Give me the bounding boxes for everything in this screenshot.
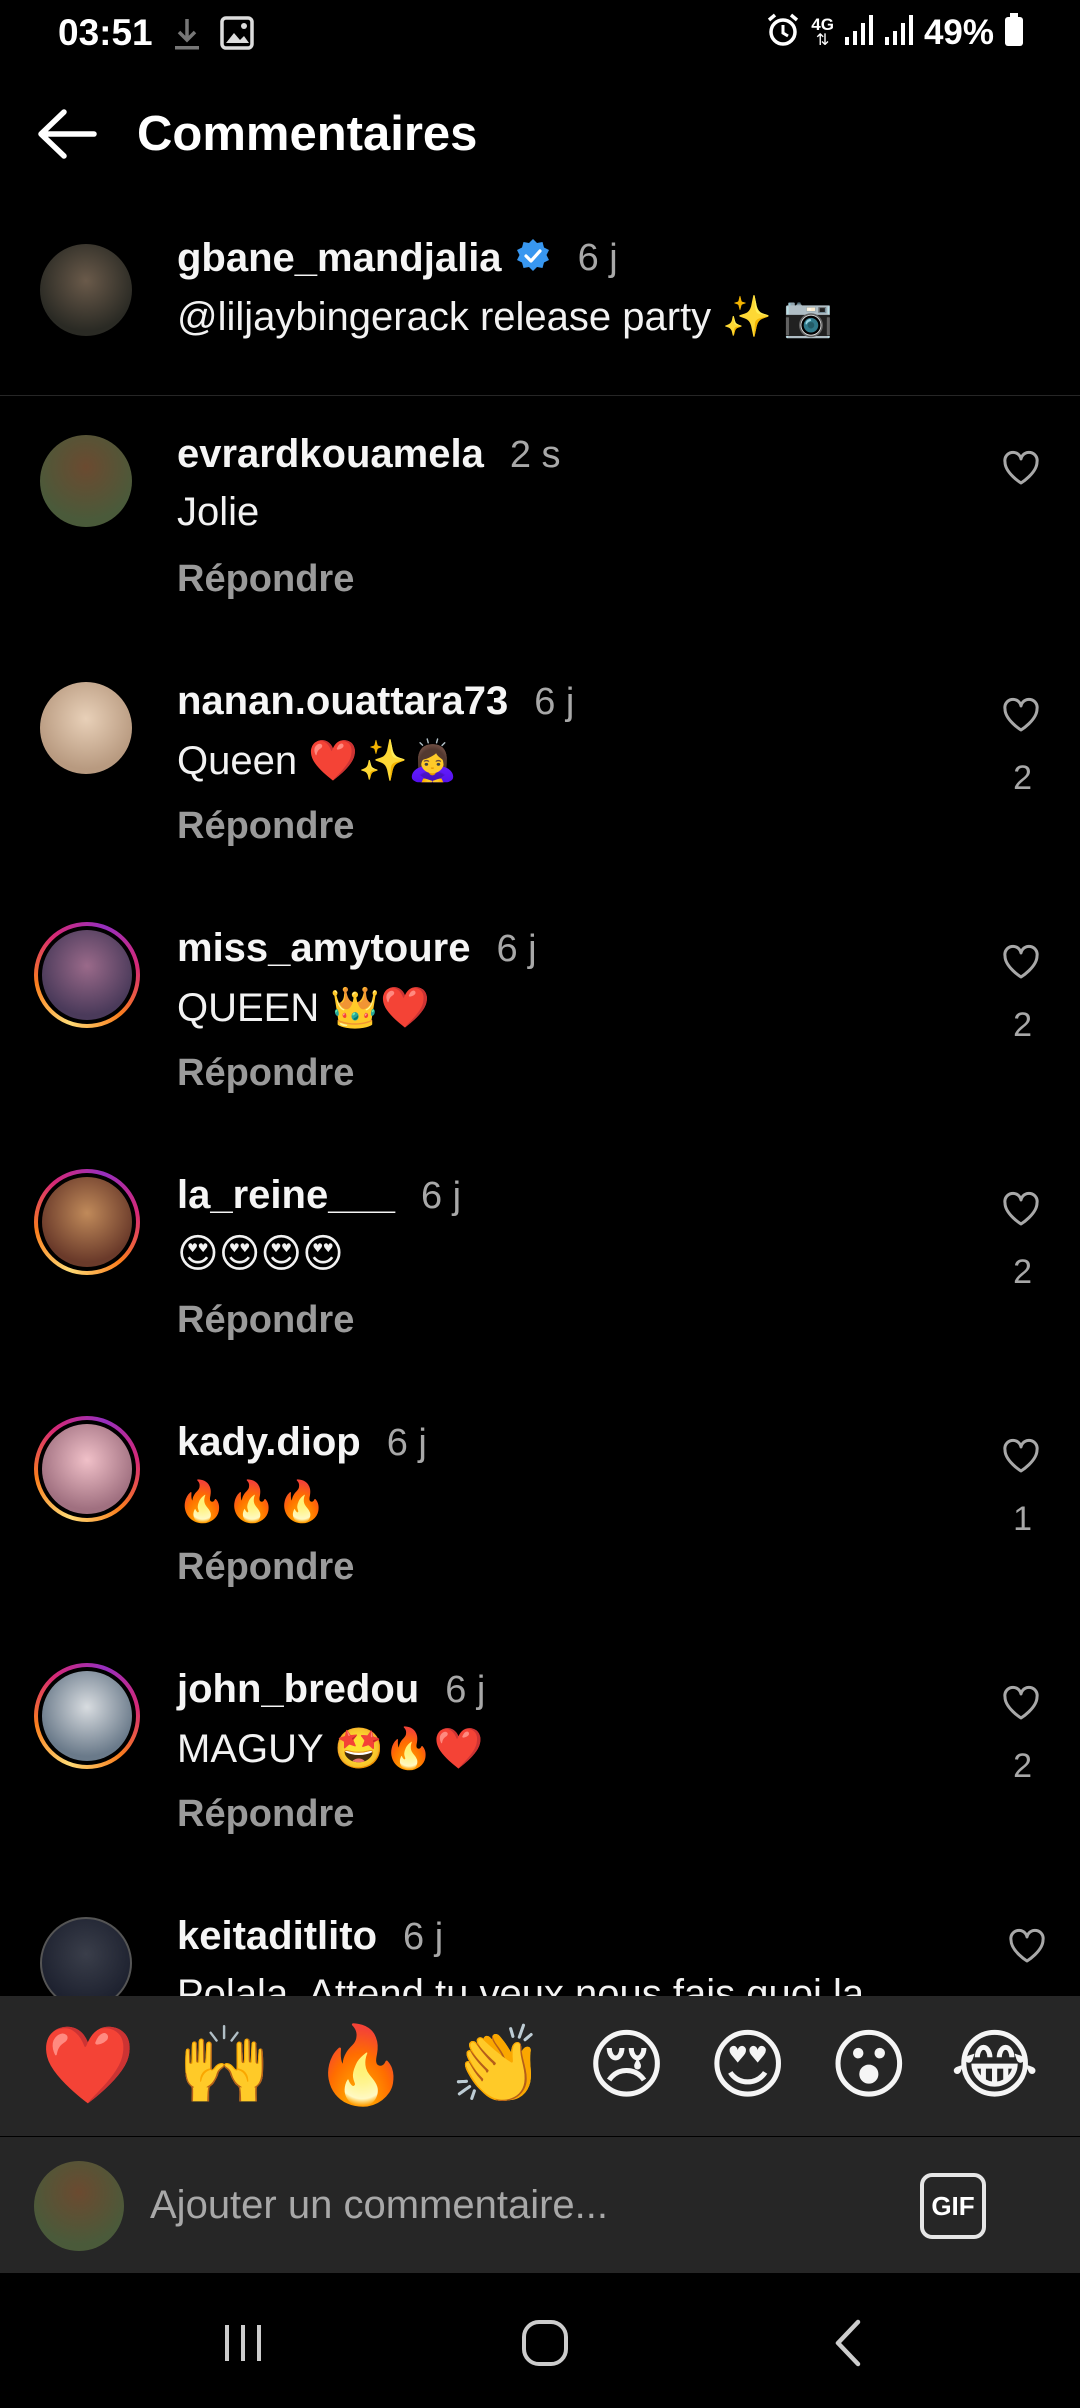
heart-icon[interactable] — [1002, 944, 1040, 980]
comments-list[interactable]: evrardkouamela 2 s Jolie Répondre nanan.… — [0, 400, 1080, 1996]
comment-time: 6 j — [403, 1916, 444, 1958]
heart-icon[interactable] — [1002, 697, 1040, 733]
status-time: 03:51 — [58, 12, 153, 53]
heart-icon[interactable] — [1002, 1685, 1040, 1721]
arrow-left-icon — [36, 108, 98, 164]
alarm-icon — [765, 12, 801, 53]
comment-item: john_bredou 6 j MAGUY 🤩🔥❤️ Répondre 2 — [0, 1635, 1080, 1882]
comment-text: 😍😍😍😍 — [177, 1232, 344, 1276]
network-4g-icon: 4G ⇅ — [811, 15, 834, 49]
comment-avatar[interactable] — [34, 1416, 140, 1522]
comment-username[interactable]: nanan.ouattara73 — [177, 679, 508, 724]
back-button[interactable] — [34, 108, 100, 164]
comment-item: keitaditlito 6 j Polala. Attend tu veux … — [0, 1882, 1080, 1996]
signal-icon — [884, 13, 914, 52]
battery-percent: 49% — [923, 12, 994, 52]
comment-time: 6 j — [496, 928, 537, 970]
download-icon — [172, 16, 202, 57]
comment-item: kady.diop 6 j 🔥🔥🔥 Répondre 1 — [0, 1388, 1080, 1635]
comment-avatar[interactable] — [34, 1169, 140, 1275]
comment-text: Jolie — [177, 490, 260, 534]
comment-input[interactable] — [150, 2167, 850, 2243]
signal-icon — [844, 13, 874, 52]
comment-username[interactable]: la_reine___ — [177, 1173, 395, 1218]
comment-text: 🔥🔥🔥 — [177, 1480, 327, 1524]
home-icon[interactable] — [505, 2303, 585, 2383]
emoji-crying-button[interactable]: 😢 — [587, 2028, 666, 2104]
emoji-fire-button[interactable]: 🔥 — [314, 2028, 409, 2104]
recent-apps-icon[interactable] — [203, 2303, 283, 2383]
emoji-laughing-button[interactable]: 😂 — [950, 2028, 1039, 2104]
reply-button[interactable]: Répondre — [177, 1052, 354, 1095]
comment-username[interactable]: kady.diop — [177, 1420, 361, 1465]
verified-badge-icon — [514, 237, 552, 280]
reply-button[interactable]: Répondre — [177, 1546, 354, 1589]
caption-avatar[interactable] — [40, 244, 132, 336]
comment-time: 2 s — [509, 434, 561, 476]
comment-input-bar: GIF — [0, 2137, 1080, 2273]
comment-text: Queen ❤️✨🙇‍♀️ — [177, 739, 458, 783]
emoji-heart-button[interactable]: ❤️ — [41, 2028, 136, 2104]
comment-time: 6 j — [445, 1669, 486, 1711]
comment-text: MAGUY 🤩🔥❤️ — [177, 1727, 484, 1771]
like-count: 2 — [1013, 1747, 1032, 1785]
comment-username[interactable]: miss_amytoure — [177, 926, 470, 971]
emoji-raised-hands-button[interactable]: 🙌 — [177, 2028, 272, 2104]
like-count: 1 — [1013, 1500, 1032, 1538]
post-caption: gbane_mandjalia 6 j @liljaybingerack rel… — [0, 236, 1080, 396]
comment-username[interactable]: keitaditlito — [177, 1914, 377, 1959]
comment-avatar[interactable] — [40, 435, 132, 527]
emoji-heart-eyes-button[interactable]: 😍 — [708, 2028, 787, 2104]
current-user-avatar — [34, 2161, 124, 2251]
caption-text: @liljaybingerack release party ✨ 📷 — [177, 295, 834, 339]
heart-icon[interactable] — [1008, 1928, 1046, 1964]
like-count: 2 — [1013, 1253, 1032, 1291]
system-nav-bar — [0, 2273, 1080, 2408]
comment-username[interactable]: john_bredou — [177, 1667, 419, 1712]
comment-text: QUEEN 👑❤️ — [177, 986, 430, 1030]
caption-time: 6 j — [577, 237, 618, 279]
comment-time: 6 j — [386, 1422, 427, 1464]
comment-avatar[interactable] — [40, 1917, 132, 1996]
battery-icon — [1004, 13, 1024, 52]
comment-username[interactable]: evrardkouamela — [177, 432, 484, 477]
reply-button[interactable]: Répondre — [177, 805, 354, 848]
back-icon[interactable] — [808, 2303, 888, 2383]
comment-item: la_reine___ 6 j 😍😍😍😍 Répondre 2 — [0, 1141, 1080, 1388]
gif-button[interactable]: GIF — [920, 2173, 986, 2239]
header: Commentaires — [0, 96, 1080, 176]
emoji-surprised-button[interactable]: 😮 — [829, 2028, 908, 2104]
reply-button[interactable]: Répondre — [177, 1793, 354, 1836]
comment-item: nanan.ouattara73 6 j Queen ❤️✨🙇‍♀️ Répon… — [0, 647, 1080, 894]
heart-icon[interactable] — [1002, 1438, 1040, 1474]
comment-time: 6 j — [420, 1175, 462, 1217]
image-icon — [220, 16, 254, 57]
heart-icon[interactable] — [1002, 450, 1040, 486]
comment-avatar[interactable] — [34, 922, 140, 1028]
emoji-clap-button[interactable]: 👏 — [450, 2028, 545, 2104]
comment-text: Polala. Attend tu veux nous fais quoi la — [177, 1972, 865, 1996]
caption-username[interactable]: gbane_mandjalia — [177, 236, 502, 281]
comment-avatar[interactable] — [34, 1663, 140, 1769]
emoji-reaction-bar: ❤️ 🙌 🔥 👏 😢 😍 😮 😂 — [0, 1996, 1080, 2136]
comment-avatar[interactable] — [40, 682, 132, 774]
comment-time: 6 j — [534, 681, 575, 723]
reply-button[interactable]: Répondre — [177, 558, 354, 601]
reply-button[interactable]: Répondre — [177, 1299, 354, 1342]
like-count: 2 — [1013, 759, 1032, 797]
page-title: Commentaires — [137, 107, 478, 161]
heart-icon[interactable] — [1002, 1191, 1040, 1227]
comment-item: evrardkouamela 2 s Jolie Répondre — [0, 400, 1080, 647]
like-count: 2 — [1013, 1006, 1032, 1044]
comment-item: miss_amytoure 6 j QUEEN 👑❤️ Répondre 2 — [0, 894, 1080, 1141]
status-bar: 03:51 4G ⇅ 49% — [0, 0, 1080, 70]
